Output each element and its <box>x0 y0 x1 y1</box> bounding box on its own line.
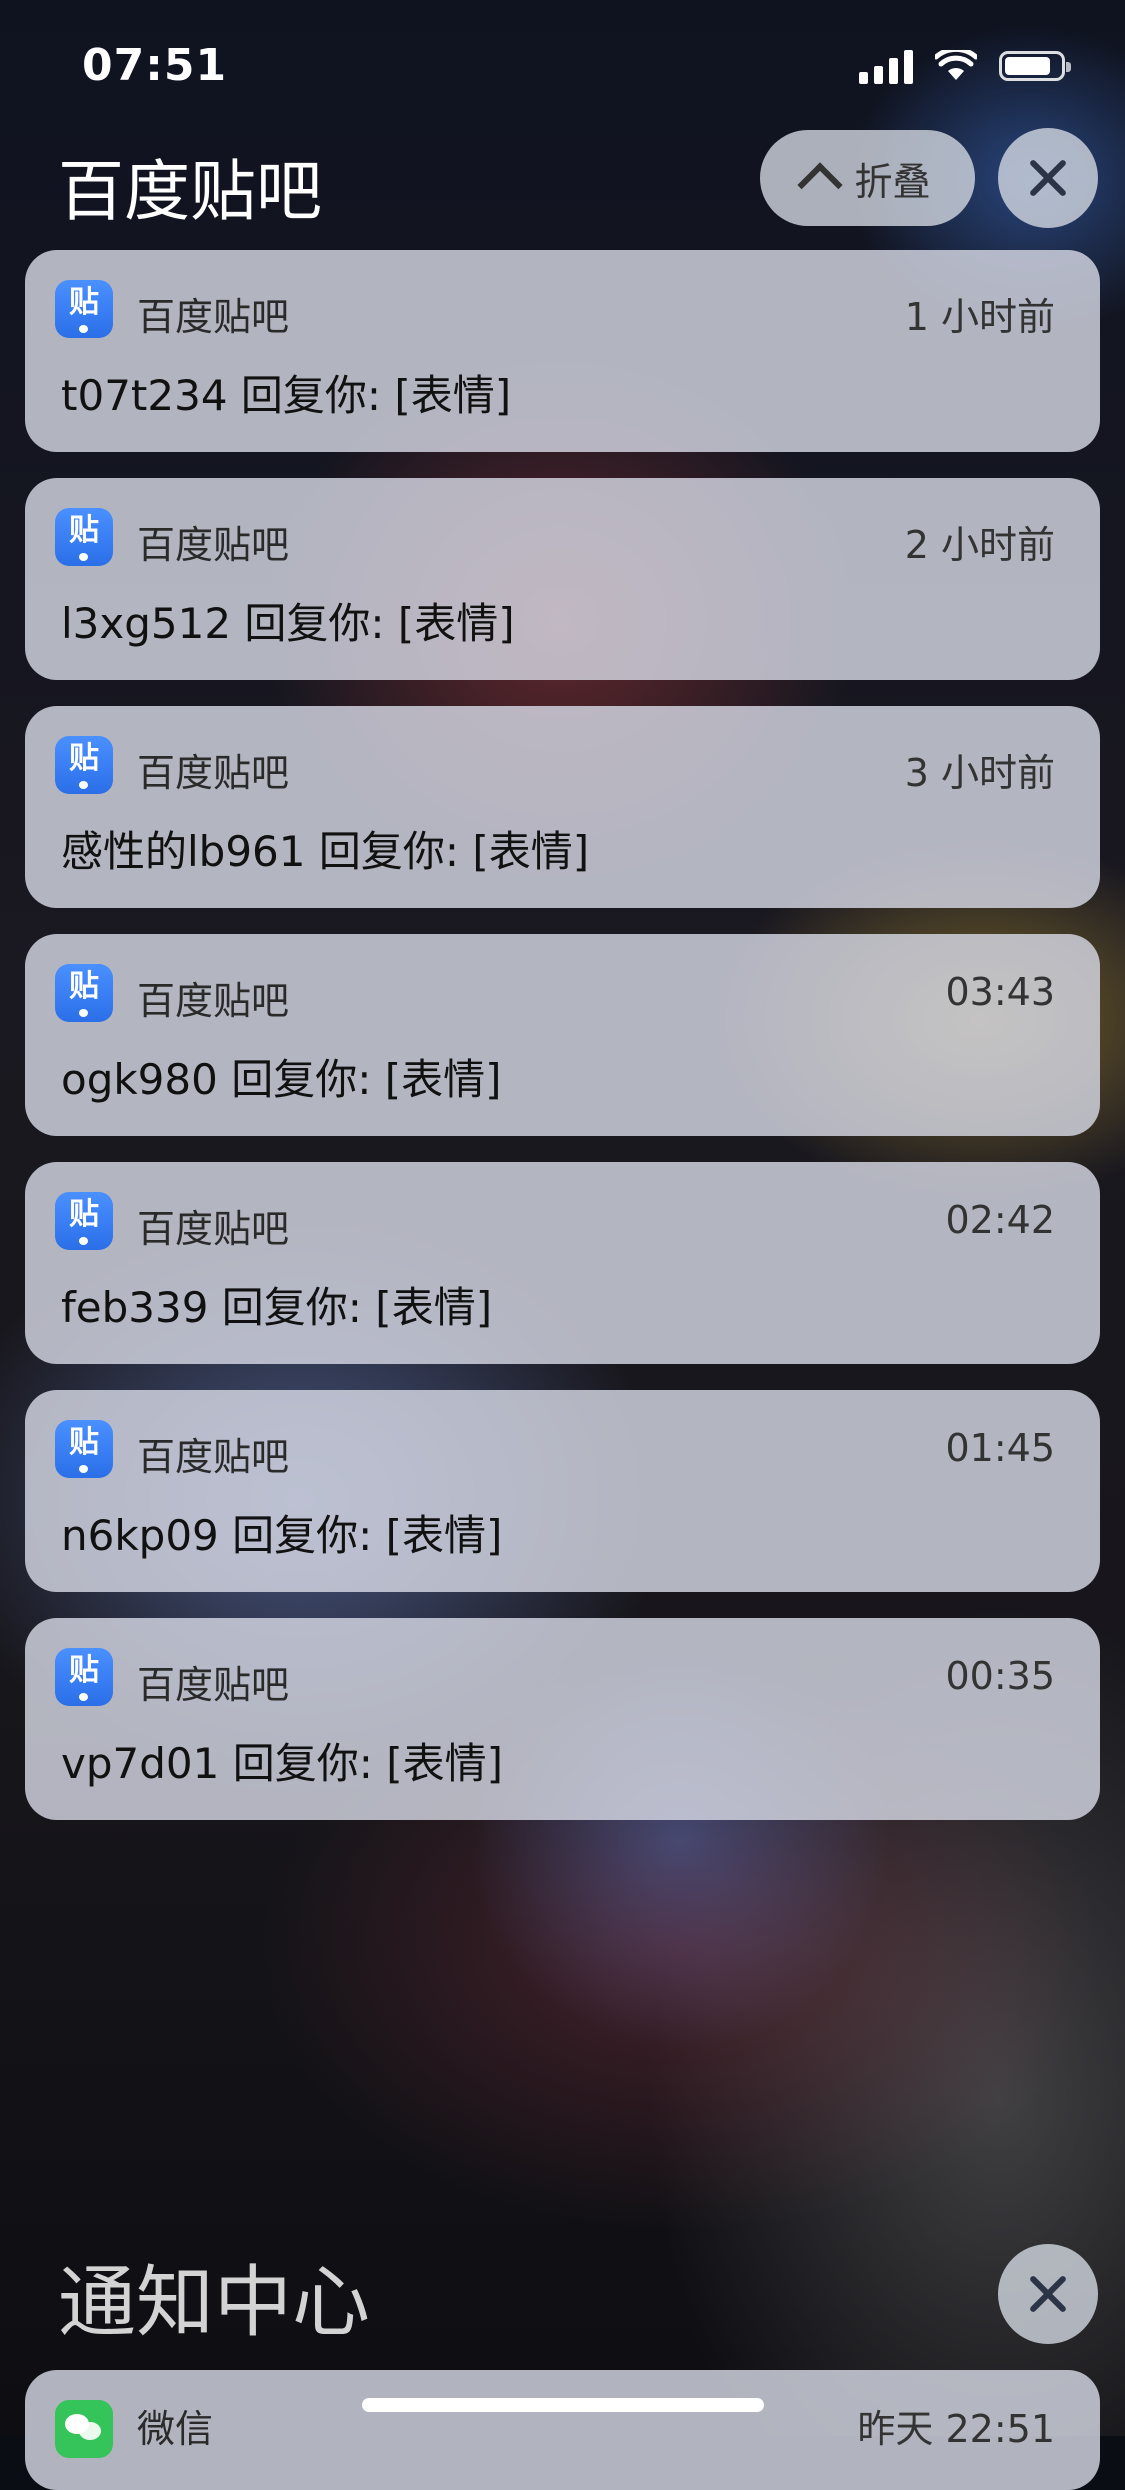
status-time: 07:51 <box>82 40 228 91</box>
notification-message: ogk980 回复你: [表情] <box>61 1055 502 1104</box>
notification-list: 贴百度贴吧 1 小时前 t07t234 回复你: [表情] 贴百度贴吧 2 小时前 l3x… <box>25 250 1100 1846</box>
notification-time: 00:35 <box>945 1654 1055 1698</box>
notification-center-title: 通知中心 <box>58 2258 371 2348</box>
tieba-icon: 贴 <box>55 1648 113 1706</box>
collapse-label: 折叠 <box>854 159 931 204</box>
wifi-icon <box>935 50 977 80</box>
close-icon <box>1028 2274 1068 2314</box>
notification-message: l3xg512 回复你: [表情] <box>61 599 515 648</box>
wechat-icon <box>55 2400 113 2458</box>
status-icons <box>859 48 1071 84</box>
status-bar: 07:51 <box>0 0 1125 140</box>
tieba-icon: 贴 <box>55 280 113 338</box>
chevron-up-icon <box>797 162 844 208</box>
notification-card[interactable]: 贴百度贴吧 1 小时前 t07t234 回复你: [表情] <box>25 250 1100 452</box>
notification-card[interactable]: 贴百度贴吧 02:42 feb339 回复你: [表情] <box>25 1162 1100 1364</box>
notification-time: 2 小时前 <box>904 523 1055 567</box>
notification-app-name: 百度贴吧 <box>137 295 290 339</box>
tieba-icon: 贴 <box>55 736 113 794</box>
notification-card[interactable]: 贴百度贴吧 00:35 vp7d01 回复你: [表情] <box>25 1618 1100 1820</box>
notification-time: 1 小时前 <box>904 295 1055 339</box>
cellular-signal-icon <box>859 48 913 84</box>
tieba-icon: 贴 <box>55 1420 113 1478</box>
battery-level <box>1005 57 1050 75</box>
clear-group-button[interactable] <box>998 128 1098 228</box>
notification-time: 02:42 <box>945 1198 1055 1242</box>
notification-app-name: 百度贴吧 <box>137 751 290 795</box>
notification-card[interactable]: 贴百度贴吧 01:45 n6kp09 回复你: [表情] <box>25 1390 1100 1592</box>
notification-card[interactable]: 贴百度贴吧 3 小时前感性的lb961 回复你: [表情] <box>25 706 1100 908</box>
notification-card[interactable]: 贴百度贴吧 03:43 ogk980 回复你: [表情] <box>25 934 1100 1136</box>
notification-time: 3 小时前 <box>904 751 1055 795</box>
notification-message: vp7d01 回复你: [表情] <box>61 1739 503 1788</box>
notification-app-name: 微信 <box>137 2407 214 2451</box>
notification-card[interactable]: 贴百度贴吧 2 小时前 l3xg512 回复你: [表情] <box>25 478 1100 680</box>
notification-app-name: 百度贴吧 <box>137 1207 290 1251</box>
notification-app-name: 百度贴吧 <box>137 523 290 567</box>
notification-time: 01:45 <box>945 1426 1055 1470</box>
close-icon <box>1028 158 1068 198</box>
notification-app-name: 百度贴吧 <box>137 979 290 1023</box>
tieba-icon: 贴 <box>55 508 113 566</box>
notification-app-name: 百度贴吧 <box>137 1663 290 1707</box>
battery-icon <box>999 51 1071 81</box>
notification-app-name: 百度贴吧 <box>137 1435 290 1479</box>
notification-message: n6kp09 回复你: [表情] <box>61 1511 503 1560</box>
notification-message: t07t234 回复你: [表情] <box>61 371 512 420</box>
notification-time: 03:43 <box>945 970 1055 1014</box>
tieba-icon: 贴 <box>55 1192 113 1250</box>
group-title: 百度贴吧 <box>58 153 322 230</box>
wechat-notification[interactable]: 微信 昨天 22:51 <box>25 2370 1100 2490</box>
collapse-button[interactable]: 折叠 <box>760 130 975 226</box>
notification-message: feb339 回复你: [表情] <box>61 1283 493 1332</box>
notification-group-header: 百度贴吧 折叠 <box>0 128 1125 238</box>
clear-all-button[interactable] <box>998 2244 1098 2344</box>
home-indicator[interactable] <box>362 2398 764 2412</box>
notification-message: 感性的lb961 回复你: [表情] <box>61 827 590 876</box>
notification-time: 昨天 22:51 <box>857 2407 1055 2451</box>
tieba-icon: 贴 <box>55 964 113 1022</box>
